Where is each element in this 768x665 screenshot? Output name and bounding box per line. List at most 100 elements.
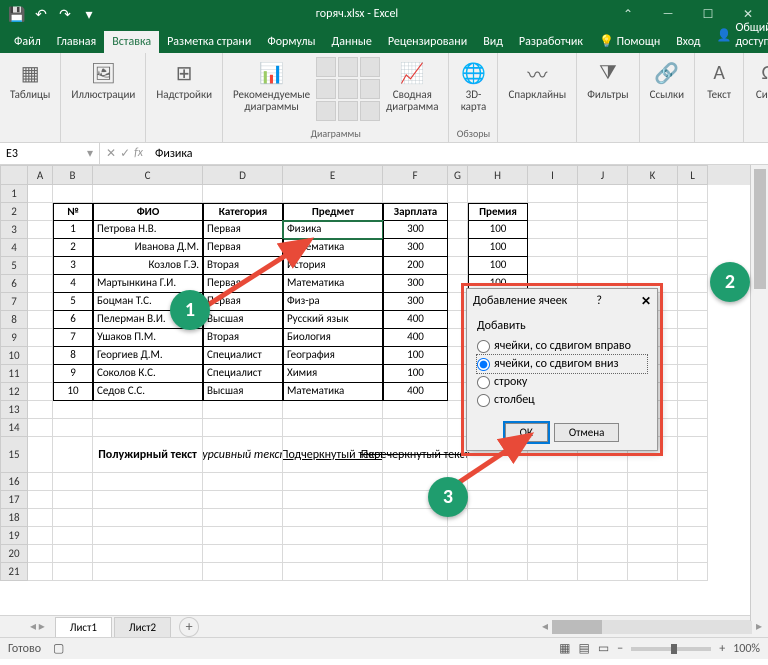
macro-record-icon[interactable]: ▢	[53, 641, 64, 656]
accept-formula-icon[interactable]: ✓	[120, 146, 130, 161]
row-header-6[interactable]: 6	[0, 275, 28, 293]
text-button[interactable]: AТекст	[701, 57, 737, 103]
cell[interactable]	[578, 257, 628, 275]
cell[interactable]	[678, 347, 708, 365]
cell[interactable]	[203, 509, 283, 527]
row-header-20[interactable]: 20	[0, 545, 28, 563]
redo-icon[interactable]: ↷	[56, 5, 74, 23]
cell[interactable]	[628, 545, 678, 563]
tab-help[interactable]: 💡 Помощн	[591, 30, 668, 53]
tab-home[interactable]: Главная	[49, 31, 104, 53]
cell[interactable]: Специалист	[203, 365, 283, 383]
cell[interactable]	[28, 419, 53, 437]
cell[interactable]	[528, 509, 578, 527]
cell[interactable]	[203, 473, 283, 491]
cell[interactable]	[528, 527, 578, 545]
cell[interactable]	[678, 275, 708, 293]
cell[interactable]	[628, 473, 678, 491]
cell[interactable]: ФИО	[93, 203, 203, 221]
cell[interactable]	[628, 257, 678, 275]
cell[interactable]	[53, 563, 93, 581]
cell[interactable]	[628, 527, 678, 545]
cell[interactable]	[28, 275, 53, 293]
cell[interactable]	[678, 383, 708, 401]
cell[interactable]	[578, 509, 628, 527]
cell[interactable]	[53, 527, 93, 545]
cell[interactable]	[628, 563, 678, 581]
cell[interactable]	[203, 185, 283, 203]
cell[interactable]	[468, 545, 528, 563]
row-header-9[interactable]: 9	[0, 329, 28, 347]
cell[interactable]	[678, 365, 708, 383]
cell[interactable]: 4	[53, 275, 93, 293]
zoom-out-icon[interactable]: −	[617, 642, 623, 656]
cell[interactable]	[28, 257, 53, 275]
row-header-14[interactable]: 14	[0, 419, 28, 437]
view-layout-icon[interactable]: ▤	[579, 641, 590, 656]
cell[interactable]: Петрова Н.В.	[93, 221, 203, 239]
col-header-B[interactable]: B	[53, 165, 93, 185]
col-header-A[interactable]: A	[28, 165, 53, 185]
cell[interactable]	[53, 509, 93, 527]
row-header-19[interactable]: 19	[0, 527, 28, 545]
cell[interactable]	[448, 311, 468, 329]
cell[interactable]	[678, 221, 708, 239]
cell[interactable]	[93, 473, 203, 491]
cell[interactable]	[448, 329, 468, 347]
cell[interactable]	[53, 545, 93, 563]
cell[interactable]	[383, 401, 448, 419]
links-button[interactable]: 🔗Ссылки	[646, 57, 689, 103]
cell[interactable]	[678, 437, 708, 473]
col-header-L[interactable]: L	[678, 165, 708, 185]
cell[interactable]	[28, 347, 53, 365]
cell[interactable]	[678, 257, 708, 275]
col-header-H[interactable]: H	[468, 165, 528, 185]
radio-shift-right[interactable]: ячейки, со сдвигом вправо	[477, 337, 647, 355]
cell[interactable]	[203, 419, 283, 437]
cell[interactable]	[28, 383, 53, 401]
cell[interactable]	[578, 473, 628, 491]
cell[interactable]: №	[53, 203, 93, 221]
cell[interactable]	[383, 545, 448, 563]
cell[interactable]	[678, 185, 708, 203]
zoom-slider[interactable]	[631, 647, 711, 651]
cell[interactable]	[283, 563, 383, 581]
cell[interactable]: Специалист	[203, 347, 283, 365]
cell[interactable]	[578, 491, 628, 509]
recommended-charts-button[interactable]: 📊Рекомендуемые диаграммы	[229, 57, 314, 121]
cell[interactable]	[678, 473, 708, 491]
cell[interactable]	[283, 545, 383, 563]
row-header-16[interactable]: 16	[0, 473, 28, 491]
col-header-K[interactable]: K	[628, 165, 678, 185]
cell[interactable]	[28, 473, 53, 491]
row-header-17[interactable]: 17	[0, 491, 28, 509]
cell[interactable]: 1	[53, 221, 93, 239]
save-icon[interactable]: 💾	[8, 5, 26, 23]
cell[interactable]	[28, 527, 53, 545]
cell[interactable]: 400	[383, 329, 448, 347]
cell[interactable]	[578, 203, 628, 221]
cell[interactable]: 2	[53, 239, 93, 257]
cell[interactable]: Седов С.С.	[93, 383, 203, 401]
cell[interactable]: 300	[383, 293, 448, 311]
cell[interactable]	[468, 563, 528, 581]
radio-entire-column[interactable]: столбец	[477, 391, 647, 409]
cell[interactable]	[283, 401, 383, 419]
cell[interactable]	[28, 311, 53, 329]
cell[interactable]	[283, 419, 383, 437]
zoom-in-icon[interactable]: +	[719, 642, 725, 656]
cell[interactable]	[93, 545, 203, 563]
cell[interactable]	[528, 491, 578, 509]
cell[interactable]: Соколов К.С.	[93, 365, 203, 383]
cell[interactable]	[448, 239, 468, 257]
cell[interactable]: Категория	[203, 203, 283, 221]
cell[interactable]	[383, 563, 448, 581]
cell[interactable]: Математика	[283, 383, 383, 401]
cell[interactable]: 3	[53, 257, 93, 275]
cell[interactable]	[28, 509, 53, 527]
cell[interactable]	[628, 509, 678, 527]
cell[interactable]	[448, 185, 468, 203]
cell[interactable]: 200	[383, 257, 448, 275]
cell[interactable]	[28, 293, 53, 311]
share-button[interactable]: 👤 Общий доступ	[708, 17, 768, 53]
